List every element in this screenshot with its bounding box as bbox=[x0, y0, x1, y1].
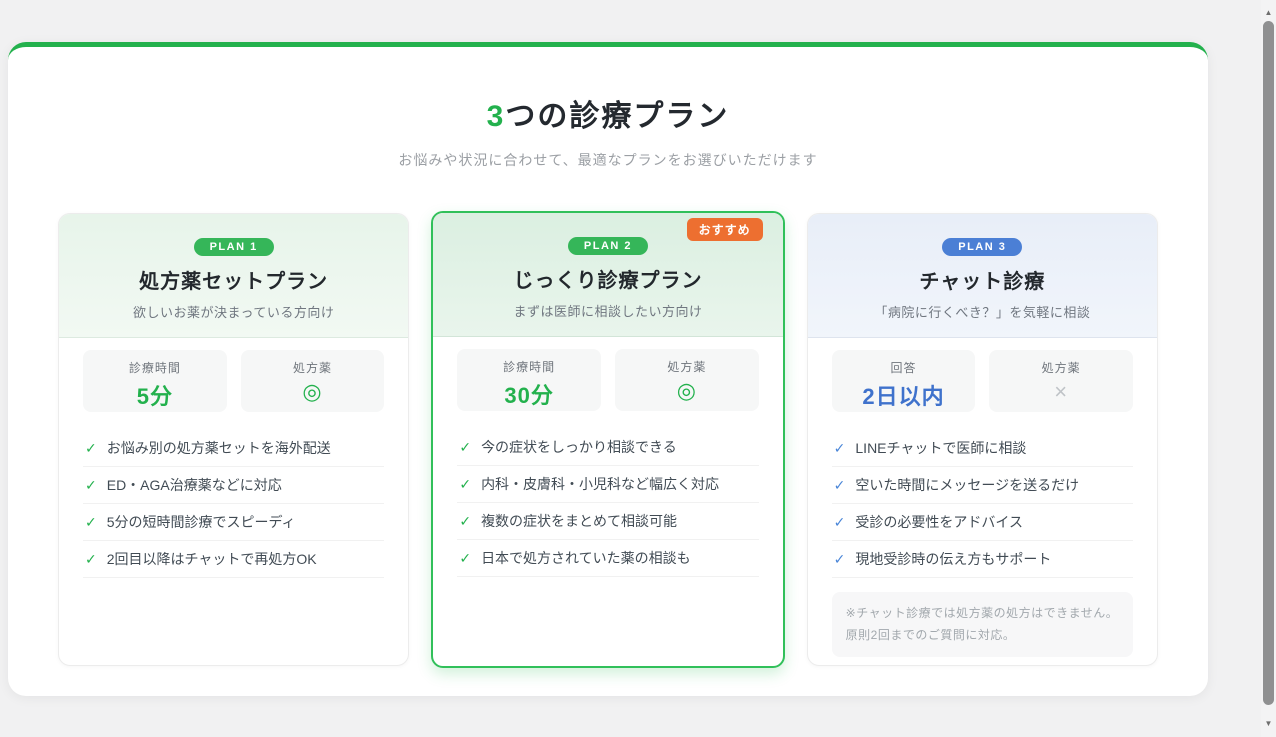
plan-2-stats: 診療時間 30分 処方薬 ◎ bbox=[457, 349, 758, 411]
feature-item: ✓ 2回目以降はチャットで再処方OK bbox=[83, 541, 384, 578]
plan-1-subtitle: 欲しいお薬が決まっている方向け bbox=[59, 302, 408, 321]
feature-text: 今の症状をしっかり相談できる bbox=[481, 437, 677, 457]
check-icon: ✓ bbox=[85, 512, 97, 532]
plan-2-title: じっくり診療プラン bbox=[433, 264, 782, 293]
feature-item: ✓ ED・AGA治療薬などに対応 bbox=[83, 467, 384, 504]
plan-1-stats: 診療時間 5分 処方薬 ◎ bbox=[83, 350, 384, 412]
plan-card-3-header: PLAN 3 チャット診療 「病院に行くべき？」を気軽に相談 bbox=[808, 214, 1157, 338]
plan-3-features: ✓ LINEチャットで医師に相談 ✓ 空いた時間にメッセージを送るだけ ✓ 受診… bbox=[832, 430, 1133, 578]
stat-value: 2日以内 bbox=[836, 379, 972, 411]
plan-3-subtitle: 「病院に行くべき？」を気軽に相談 bbox=[808, 302, 1157, 321]
feature-item: ✓ 5分の短時間診療でスピーディ bbox=[83, 504, 384, 541]
stat-label: 回答 bbox=[836, 359, 972, 376]
feature-text: 複数の症状をまとめて相談可能 bbox=[481, 511, 677, 531]
check-icon: ✓ bbox=[459, 511, 471, 531]
stat-label: 処方薬 bbox=[619, 358, 755, 375]
scrollbar[interactable]: ▲ ▼ bbox=[1261, 0, 1276, 737]
check-icon: ✓ bbox=[834, 475, 846, 495]
feature-text: 日本で処方されていた薬の相談も bbox=[481, 548, 691, 568]
feature-text: お悩み別の処方薬セットを海外配送 bbox=[107, 438, 331, 458]
feature-text: LINEチャットで医師に相談 bbox=[855, 438, 1026, 458]
feature-item: ✓ 今の症状をしっかり相談できる bbox=[457, 429, 758, 466]
stat-value: 30分 bbox=[461, 378, 597, 410]
stat-value: ◎ bbox=[619, 378, 755, 404]
check-icon: ✓ bbox=[834, 549, 846, 569]
stat-box: 処方薬 × bbox=[989, 350, 1133, 412]
stat-value: × bbox=[993, 379, 1129, 405]
plan-card-1-header: PLAN 1 処方薬セットプラン 欲しいお薬が決まっている方向け bbox=[59, 214, 408, 338]
plan-card-2[interactable]: おすすめ PLAN 2 じっくり診療プラン まずは医師に相談したい方向け 診療時… bbox=[431, 211, 784, 668]
feature-text: 受診の必要性をアドバイス bbox=[855, 512, 1023, 532]
feature-text: 2回目以降はチャットで再処方OK bbox=[107, 549, 317, 569]
plan-2-subtitle: まずは医師に相談したい方向け bbox=[433, 301, 782, 320]
check-icon: ✓ bbox=[459, 548, 471, 568]
feature-text: 内科・皮膚科・小児科など幅広く対応 bbox=[481, 474, 719, 494]
stat-label: 診療時間 bbox=[87, 359, 223, 376]
feature-item: ✓ LINEチャットで医師に相談 bbox=[832, 430, 1133, 467]
plan-2-features: ✓ 今の症状をしっかり相談できる ✓ 内科・皮膚科・小児科など幅広く対応 ✓ 複… bbox=[457, 429, 758, 577]
stat-box: 診療時間 30分 bbox=[457, 349, 601, 411]
plan-cards-row: PLAN 1 処方薬セットプラン 欲しいお薬が決まっている方向け 診療時間 5分… bbox=[8, 213, 1208, 670]
stat-box: 回答 2日以内 bbox=[832, 350, 976, 412]
check-icon: ✓ bbox=[834, 512, 846, 532]
feature-text: ED・AGA治療薬などに対応 bbox=[107, 475, 282, 495]
plan-3-stats: 回答 2日以内 処方薬 × bbox=[832, 350, 1133, 412]
stat-label: 処方薬 bbox=[993, 359, 1129, 376]
check-icon: ✓ bbox=[85, 438, 97, 458]
feature-item: ✓ 受診の必要性をアドバイス bbox=[832, 504, 1133, 541]
stat-label: 処方薬 bbox=[245, 359, 381, 376]
feature-item: ✓ 内科・皮膚科・小児科など幅広く対応 bbox=[457, 466, 758, 503]
feature-text: 空いた時間にメッセージを送るだけ bbox=[855, 475, 1079, 495]
plan-3-note: ※チャット診療では処方薬の処方はできません。原則2回までのご質問に対応。 bbox=[832, 592, 1133, 657]
plans-section: 3つの診療プラン お悩みや状況に合わせて、最適なプランをお選びいただけます PL… bbox=[8, 42, 1208, 696]
page-title-text: つの診療プラン bbox=[505, 100, 729, 133]
stat-value: 5分 bbox=[87, 379, 223, 411]
feature-text: 現地受診時の伝え方もサポート bbox=[855, 549, 1051, 569]
feature-item: ✓ 空いた時間にメッセージを送るだけ bbox=[832, 467, 1133, 504]
plan-1-title: 処方薬セットプラン bbox=[59, 265, 408, 294]
feature-item: ✓ 現地受診時の伝え方もサポート bbox=[832, 541, 1133, 578]
scrollbar-up-icon[interactable]: ▲ bbox=[1261, 8, 1276, 18]
page-title-accent: 3 bbox=[487, 100, 506, 133]
plan-1-badge: PLAN 1 bbox=[194, 238, 274, 256]
stat-box: 処方薬 ◎ bbox=[615, 349, 759, 411]
check-icon: ✓ bbox=[834, 438, 846, 458]
plan-card-3[interactable]: PLAN 3 チャット診療 「病院に行くべき？」を気軽に相談 回答 2日以内 処… bbox=[807, 213, 1158, 666]
feature-item: ✓ お悩み別の処方薬セットを海外配送 bbox=[83, 430, 384, 467]
check-icon: ✓ bbox=[459, 437, 471, 457]
feature-item: ✓ 日本で処方されていた薬の相談も bbox=[457, 540, 758, 577]
scrollbar-thumb[interactable] bbox=[1263, 21, 1274, 705]
scrollbar-down-icon[interactable]: ▼ bbox=[1261, 719, 1276, 729]
plan-3-badge: PLAN 3 bbox=[942, 238, 1022, 256]
plan-2-badge: PLAN 2 bbox=[568, 237, 648, 255]
stat-box: 診療時間 5分 bbox=[83, 350, 227, 412]
stat-label: 診療時間 bbox=[461, 358, 597, 375]
feature-text: 5分の短時間診療でスピーディ bbox=[107, 512, 296, 532]
plan-1-features: ✓ お悩み別の処方薬セットを海外配送 ✓ ED・AGA治療薬などに対応 ✓ 5分… bbox=[83, 430, 384, 578]
check-icon: ✓ bbox=[85, 549, 97, 569]
page-subtitle: お悩みや状況に合わせて、最適なプランをお選びいただけます bbox=[8, 150, 1208, 170]
plan-card-1[interactable]: PLAN 1 処方薬セットプラン 欲しいお薬が決まっている方向け 診療時間 5分… bbox=[58, 213, 409, 666]
check-icon: ✓ bbox=[85, 475, 97, 495]
stat-value: ◎ bbox=[245, 379, 381, 405]
page-title: 3つの診療プラン bbox=[8, 91, 1208, 135]
stat-box: 処方薬 ◎ bbox=[241, 350, 385, 412]
feature-item: ✓ 複数の症状をまとめて相談可能 bbox=[457, 503, 758, 540]
plan-3-title: チャット診療 bbox=[808, 265, 1157, 294]
recommended-badge: おすすめ bbox=[687, 218, 763, 241]
check-icon: ✓ bbox=[459, 474, 471, 494]
